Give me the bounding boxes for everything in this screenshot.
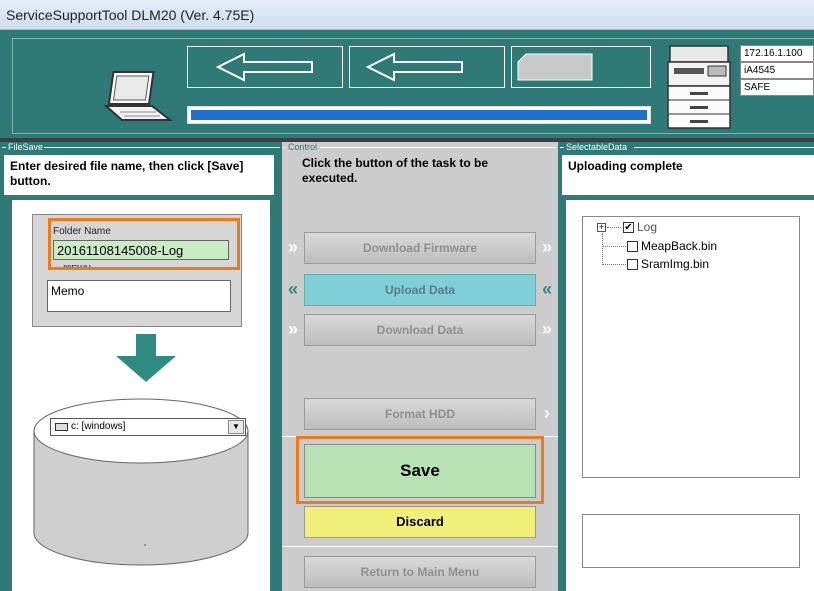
- transfer-header: 172.16.1.100 iA4545 SAFE: [0, 30, 814, 138]
- tree-connector: [602, 233, 603, 265]
- selectabledata-panel: SelectableData Uploading complete + ✔ Lo…: [558, 142, 814, 591]
- progress-fill: [191, 110, 647, 120]
- return-main-menu-button[interactable]: Return to Main Menu: [304, 556, 536, 588]
- discard-button[interactable]: Discard: [304, 506, 536, 538]
- checkbox-icon[interactable]: [627, 240, 638, 252]
- drive-icon: [55, 423, 68, 431]
- arrow-down-icon: [116, 334, 176, 382]
- filesave-panel: FileSave Enter desired file name, then c…: [0, 142, 282, 591]
- filesave-group-label: FileSave: [6, 142, 46, 152]
- laptop-icon: [103, 71, 173, 121]
- device-mode: SAFE: [740, 79, 814, 96]
- data-detail-box: [582, 514, 800, 568]
- tree-item-sramimg[interactable]: SramImg.bin: [627, 256, 709, 272]
- window-titlebar: ServiceSupportTool DLM20 (Ver. 4.75E): [0, 0, 814, 30]
- arrow-box-middle: [349, 46, 505, 88]
- filesave-instruction: Enter desired file name, then click [Sav…: [4, 155, 274, 195]
- control-group-label: Control: [286, 142, 320, 152]
- memo-field[interactable]: Memo: [47, 280, 231, 312]
- arrow-left-icon: [366, 52, 463, 82]
- tree-connector: [602, 264, 626, 265]
- folder-name-highlight: [48, 218, 240, 270]
- device-model: iA4545: [740, 62, 814, 79]
- chevron-right-icon: »: [541, 319, 552, 339]
- expand-icon[interactable]: +: [597, 223, 606, 232]
- selectabledata-status: Uploading complete: [562, 155, 814, 195]
- data-card-icon: [517, 53, 593, 81]
- selectabledata-group-label: SelectableData: [564, 142, 630, 152]
- format-hdd-button[interactable]: Format HDD: [304, 398, 536, 430]
- chevron-right-icon: »: [541, 237, 552, 257]
- tree-item-meapback[interactable]: MeapBack.bin: [627, 238, 717, 254]
- chevron-left-icon: «: [541, 279, 552, 299]
- printer-icon: [667, 45, 731, 129]
- tree-item-label: SramImg.bin: [641, 257, 710, 271]
- tree-connector: [602, 246, 626, 247]
- control-instruction: Click the button of the task to be execu…: [302, 156, 489, 185]
- chevron-right-icon: ›: [544, 403, 550, 423]
- tree-item-log[interactable]: ✔ Log: [623, 219, 657, 235]
- checkbox-icon[interactable]: [627, 258, 638, 270]
- transfer-progress-bar: [187, 106, 651, 124]
- data-tree-view[interactable]: + ✔ Log MeapBack.bin SramImg.bin: [582, 216, 800, 478]
- arrow-box-right: [511, 46, 651, 88]
- arrow-left-icon: [216, 52, 313, 82]
- checkbox-checked-icon[interactable]: ✔: [623, 221, 634, 233]
- arrow-box-left: [187, 46, 343, 88]
- window-title: ServiceSupportTool DLM20 (Ver. 4.75E): [6, 7, 255, 23]
- tree-item-label: MeapBack.bin: [641, 239, 718, 253]
- drive-select[interactable]: c: [windows] ▼: [50, 418, 246, 436]
- tree-item-label: Log: [637, 220, 658, 234]
- control-panel: Control Click the button of the task to …: [282, 142, 558, 591]
- device-ip: 172.16.1.100: [740, 45, 814, 62]
- upload-data-button[interactable]: Upload Data: [304, 274, 536, 306]
- download-firmware-button[interactable]: Download Firmware: [304, 232, 536, 264]
- tree-connector: [607, 227, 621, 228]
- chevron-down-icon[interactable]: ▼: [228, 420, 244, 434]
- separator: [282, 546, 558, 547]
- chevron-right-icon: »: [287, 319, 298, 339]
- device-info: 172.16.1.100 iA4545 SAFE: [740, 45, 814, 96]
- chevron-right-icon: »: [287, 237, 298, 257]
- chevron-left-icon: «: [287, 279, 298, 299]
- drive-select-value: c: [windows]: [71, 421, 126, 432]
- download-data-button[interactable]: Download Data: [304, 314, 536, 346]
- save-highlight: [296, 436, 544, 504]
